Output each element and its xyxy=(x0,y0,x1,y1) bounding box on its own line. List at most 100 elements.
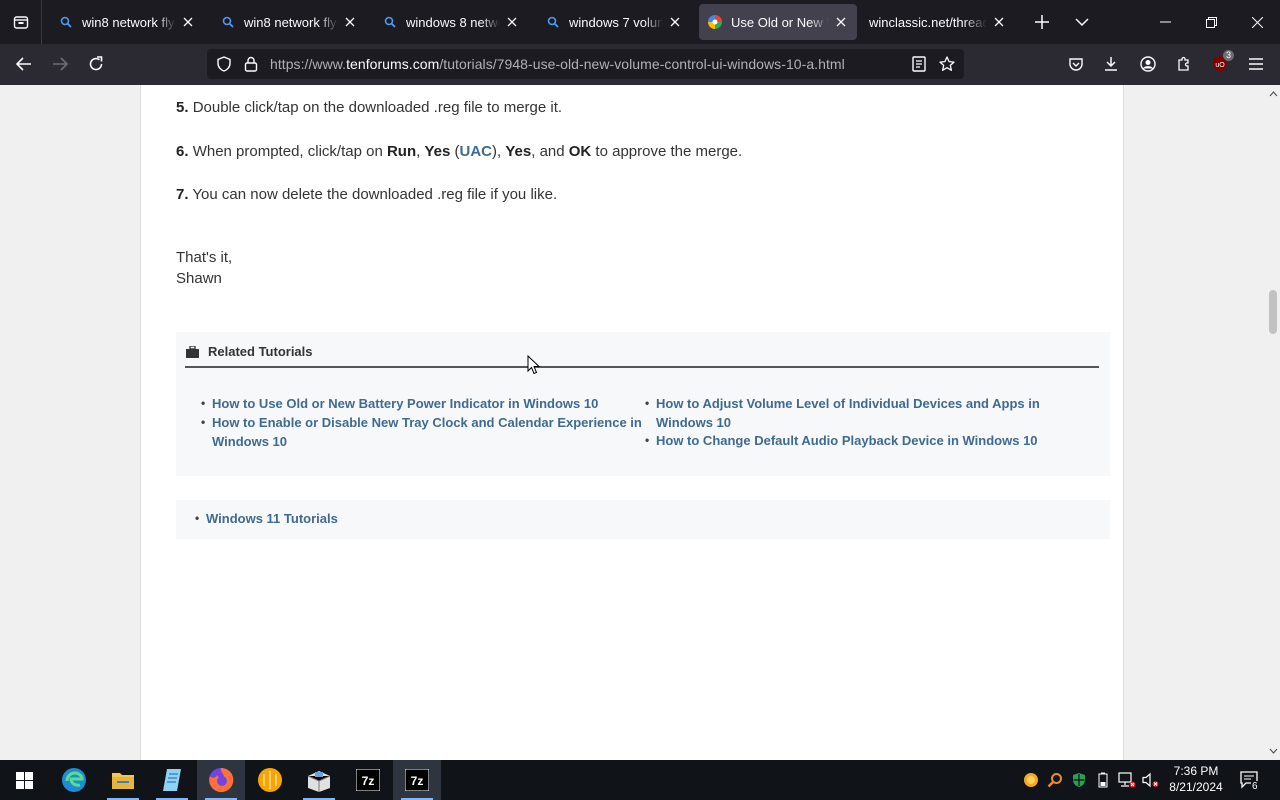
briefcase-icon xyxy=(186,345,199,358)
scroll-thumb[interactable] xyxy=(1269,290,1277,334)
taskbar-7zip-running[interactable]: 7z xyxy=(393,760,441,800)
back-arrow-icon xyxy=(16,57,31,71)
volume-muted-icon xyxy=(1142,772,1159,788)
tab-title: Use Old or New Volu xyxy=(731,14,829,30)
tray-battery[interactable] xyxy=(1092,760,1114,800)
tab-4[interactable]: windows 7 volume xyxy=(537,4,691,40)
navigation-toolbar: https://www.tenforums.com/tutorials/7948… xyxy=(0,44,1280,85)
taskbar-firefox[interactable] xyxy=(197,760,245,800)
network-icon xyxy=(1118,772,1136,788)
start-button[interactable] xyxy=(0,760,48,800)
tray-volume[interactable] xyxy=(1140,760,1162,800)
extensions-button[interactable] xyxy=(1168,48,1200,80)
puzzle-piece-icon xyxy=(1178,56,1189,71)
tracking-protection-shield-icon[interactable] xyxy=(214,54,234,74)
related-tutorials-heading: Related Tutorials xyxy=(186,344,313,359)
battery-icon xyxy=(1098,772,1108,788)
close-tab-icon[interactable] xyxy=(667,14,683,30)
app-menu-button[interactable] xyxy=(1240,48,1272,80)
new-tab-button[interactable] xyxy=(1026,0,1058,44)
close-tab-icon[interactable] xyxy=(342,14,358,30)
notepad-icon xyxy=(163,769,181,791)
scroll-down-icon[interactable] xyxy=(1266,744,1280,758)
url-path: /tutorials/7948-use-old-new-volume-contr… xyxy=(439,56,845,72)
scroll-up-icon[interactable] xyxy=(1266,87,1280,101)
system-clock[interactable]: 7:36 PM 8/21/2024 xyxy=(1160,763,1232,795)
author-name: Shawn xyxy=(176,270,222,287)
7zip-icon: 7z xyxy=(356,769,380,791)
tab-title: windows 7 volume xyxy=(569,14,663,30)
windows-11-tutorials-link[interactable]: • Windows 11 Tutorials xyxy=(195,511,338,526)
reader-view-icon[interactable] xyxy=(909,54,929,74)
related-link-battery-indicator[interactable]: • How to Use Old or New Battery Power Ind… xyxy=(201,394,642,413)
bookmark-star-icon[interactable] xyxy=(937,54,957,74)
page-viewport: 5. Double click/tap on the downloaded .r… xyxy=(0,85,1266,760)
file-explorer-icon xyxy=(112,773,134,789)
pocket-button[interactable] xyxy=(1060,48,1092,80)
vertical-scrollbar[interactable] xyxy=(1266,85,1280,760)
notification-count-badge: 6 xyxy=(1251,781,1259,792)
account-icon xyxy=(1140,56,1156,72)
reload-button[interactable] xyxy=(80,48,112,80)
tray-search-tool[interactable] xyxy=(1044,760,1066,800)
forward-button[interactable] xyxy=(44,48,76,80)
uac-link[interactable]: UAC xyxy=(460,143,493,160)
minimize-button[interactable] xyxy=(1142,0,1188,44)
svg-text:7z: 7z xyxy=(411,774,424,788)
magnifier-icon xyxy=(1047,773,1062,788)
archive-icon xyxy=(307,771,331,792)
forward-arrow-icon xyxy=(53,57,68,71)
tab-title: win8 network flyout xyxy=(82,14,176,30)
action-center-button[interactable]: 6 xyxy=(1236,760,1264,800)
close-tab-icon[interactable] xyxy=(180,14,196,30)
tab-1[interactable]: win8 network flyout xyxy=(50,4,204,40)
step-7: 7. You can now delete the downloaded .re… xyxy=(176,186,558,203)
lock-icon[interactable] xyxy=(241,54,261,74)
tab-title: winclassic.net/thread/1 xyxy=(869,14,987,30)
heading-divider xyxy=(185,366,1099,368)
back-button[interactable] xyxy=(8,48,40,80)
clock-time: 7:36 PM xyxy=(1173,764,1219,778)
taskbar-7zip[interactable]: 7z xyxy=(344,760,392,800)
plus-icon xyxy=(1035,15,1049,29)
url-prefix: https://www. xyxy=(270,56,347,72)
account-button[interactable] xyxy=(1132,48,1164,80)
restore-button[interactable] xyxy=(1188,0,1234,44)
close-icon xyxy=(1251,16,1263,28)
ublock-origin-button[interactable]: uO 3 xyxy=(1204,48,1236,80)
tab-6[interactable]: winclassic.net/thread/1 xyxy=(861,4,1015,40)
tray-network[interactable] xyxy=(1116,760,1138,800)
reload-icon xyxy=(89,56,103,71)
tab-3[interactable]: windows 8 network xyxy=(374,4,528,40)
close-tab-icon[interactable] xyxy=(504,14,520,30)
close-tab-icon[interactable] xyxy=(833,14,849,30)
tab-2[interactable]: win8 network flyout xyxy=(212,4,366,40)
step-6: 6. When prompted, click/tap on Run, Yes … xyxy=(176,143,743,160)
windows-security-icon xyxy=(1073,773,1085,787)
related-link-volume-level[interactable]: • How to Adjust Volume Level of Individua… xyxy=(645,394,1056,432)
article-body: 5. Double click/tap on the downloaded .r… xyxy=(140,85,1124,760)
firefox-view-button[interactable] xyxy=(0,0,42,44)
list-all-tabs-button[interactable] xyxy=(1066,0,1098,44)
taskbar-notepad[interactable] xyxy=(148,760,196,800)
related-link-tray-clock[interactable]: • How to Enable or Disable New Tray Clock… xyxy=(201,413,642,451)
taskbar-edge[interactable] xyxy=(50,760,98,800)
address-bar[interactable]: https://www.tenforums.com/tutorials/7948… xyxy=(207,49,964,79)
downloads-button[interactable] xyxy=(1095,48,1127,80)
restore-icon xyxy=(1205,16,1217,28)
search-icon xyxy=(545,14,561,30)
edge-icon xyxy=(62,768,86,792)
extension-badge-count: 3 xyxy=(1222,50,1234,61)
taskbar-archive-tool[interactable] xyxy=(295,760,343,800)
close-tab-icon[interactable] xyxy=(991,14,1007,30)
tab-5-active[interactable]: Use Old or New Volu xyxy=(699,4,857,40)
tray-security[interactable] xyxy=(1068,760,1090,800)
taskbar-vlc[interactable] xyxy=(246,760,294,800)
tray-weather[interactable] xyxy=(1020,760,1042,800)
taskbar-file-explorer[interactable] xyxy=(99,760,147,800)
close-window-button[interactable] xyxy=(1234,0,1280,44)
url-text[interactable]: https://www.tenforums.com/tutorials/7948… xyxy=(270,56,845,72)
step-5: 5. Double click/tap on the downloaded .r… xyxy=(176,99,563,116)
related-link-default-audio[interactable]: • How to Change Default Audio Playback De… xyxy=(645,431,1076,450)
firefox-view-icon xyxy=(13,16,28,29)
